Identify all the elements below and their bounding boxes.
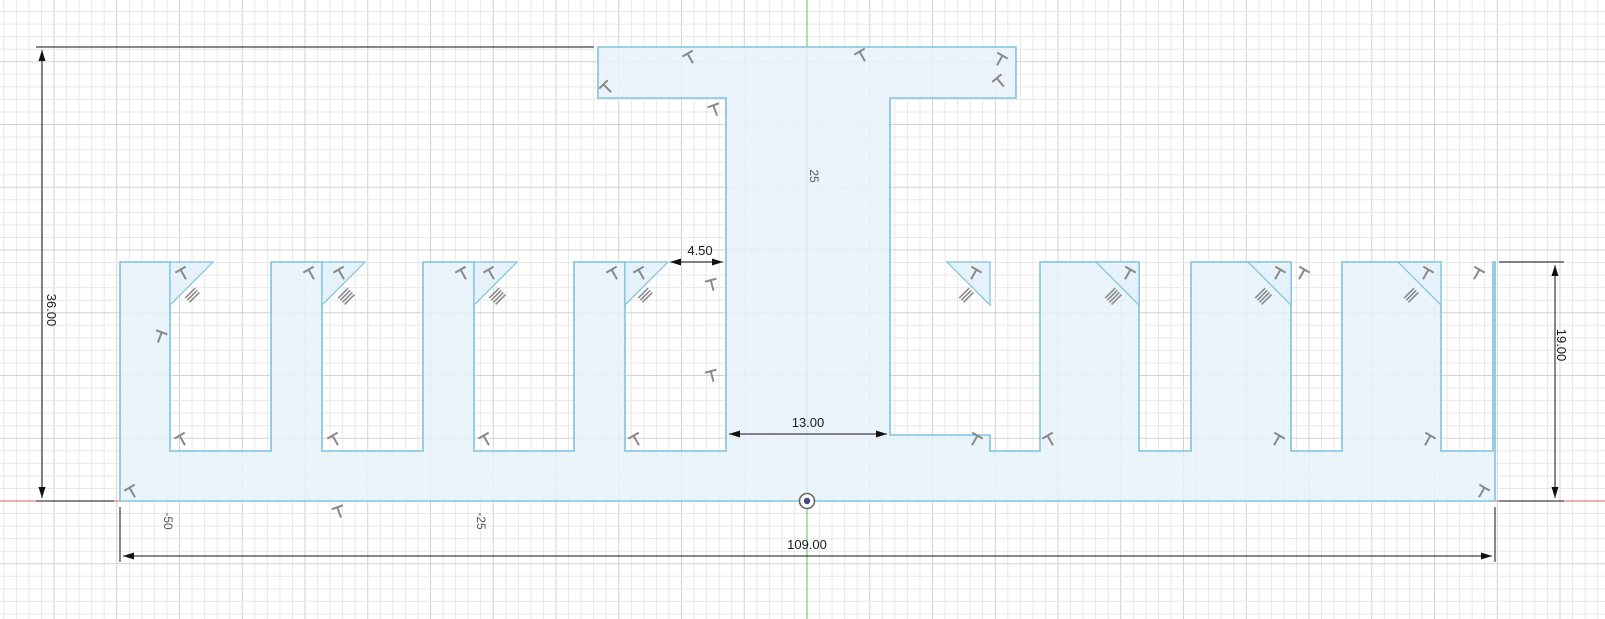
chamfer-triangle <box>945 261 991 307</box>
arrow-up-icon <box>38 50 46 61</box>
arrow-up-icon <box>1551 265 1559 276</box>
perpendicular-constraint-icon[interactable] <box>1469 265 1486 283</box>
arrow-right-icon <box>1481 552 1492 560</box>
chamfer-triangle <box>473 261 519 307</box>
sketch-canvas[interactable]: 36.00 19.00 109.00 13.00 4.50 25 -50 -25 <box>0 0 1605 619</box>
ruler-label-horizontal: -50 <box>161 512 175 530</box>
dimension-overall-height[interactable]: 36.00 <box>44 294 59 327</box>
chamfer-triangle <box>169 261 215 307</box>
perpendicular-constraint-icon[interactable] <box>627 431 644 449</box>
parallel-constraint-icon[interactable] <box>488 287 507 306</box>
chamfer-triangle <box>321 261 367 307</box>
dimension-overall-width[interactable]: 109.00 <box>787 537 827 552</box>
dimension-slot-gap[interactable]: 4.50 <box>687 243 712 258</box>
ruler-label-vertical: 25 <box>807 169 821 183</box>
ruler-label-horizontal: -25 <box>474 512 488 530</box>
arrow-down-icon <box>38 487 46 498</box>
arrow-left-icon <box>123 552 134 560</box>
arrow-left-icon <box>670 258 681 266</box>
perpendicular-constraint-icon[interactable] <box>173 431 190 449</box>
parallel-constraint-icon[interactable] <box>337 287 356 306</box>
arrow-down-icon <box>1551 487 1559 498</box>
dimension-right-height[interactable]: 19.00 <box>1554 329 1569 362</box>
arrow-right-icon <box>712 258 723 266</box>
origin-point-icon[interactable] <box>798 492 816 510</box>
perpendicular-constraint-icon[interactable] <box>707 102 723 117</box>
dimension-stem-width[interactable]: 13.00 <box>792 415 825 430</box>
perpendicular-constraint-icon[interactable] <box>331 504 347 519</box>
